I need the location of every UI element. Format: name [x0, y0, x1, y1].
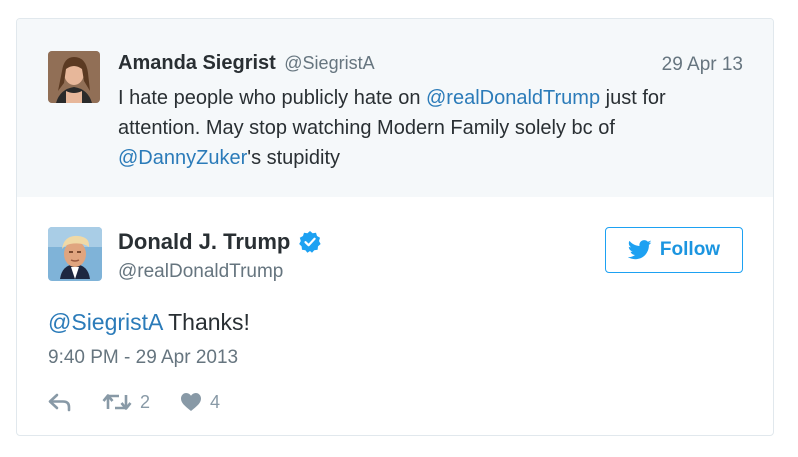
retweet-count: 2	[140, 391, 151, 412]
parent-author-name[interactable]: Amanda Siegrist	[118, 52, 276, 74]
parent-author-handle[interactable]: @SiegristA	[284, 53, 374, 73]
parent-tweet-text: I hate people who publicly hate on @real…	[118, 83, 728, 173]
parent-text-segment: I hate people who publicly hate on	[118, 87, 426, 109]
main-author-avatar[interactable]	[48, 227, 102, 281]
reply-button[interactable]	[48, 392, 72, 412]
retweet-icon	[102, 392, 132, 412]
parent-author-avatar[interactable]	[48, 51, 100, 103]
main-text-segment: Thanks!	[162, 309, 250, 335]
replied-to-tweet[interactable]: Amanda Siegrist @SiegristA 29 Apr 13 I h…	[17, 19, 773, 197]
like-count: 4	[210, 391, 221, 412]
like-button[interactable]: 4	[180, 392, 220, 413]
parent-text-segment: 's stupidity	[247, 147, 340, 169]
mention-link-realdonaldtrump[interactable]: @realDonaldTrump	[426, 87, 600, 109]
parent-tweet-date[interactable]: 29 Apr 13	[662, 54, 743, 76]
main-author-name-row: Donald J. Trump	[118, 229, 322, 255]
follow-button[interactable]: Follow	[605, 227, 743, 273]
main-author-name[interactable]: Donald J. Trump	[118, 229, 290, 255]
retweet-button[interactable]: 2	[102, 392, 150, 413]
mention-link-siegrista[interactable]: @SiegristA	[48, 309, 162, 335]
heart-icon	[180, 392, 202, 412]
tweet-timestamp[interactable]: 9:40 PM - 29 Apr 2013	[48, 347, 238, 369]
mention-link-dannyzuker[interactable]: @DannyZuker	[118, 147, 247, 169]
verified-badge-icon	[298, 230, 322, 254]
reply-icon	[48, 392, 72, 412]
twitter-bird-icon	[627, 240, 652, 260]
parent-author-header: Amanda Siegrist @SiegristA	[118, 52, 375, 75]
tweet-actions-bar: 2 4	[48, 389, 220, 415]
embedded-tweet-card: Amanda Siegrist @SiegristA 29 Apr 13 I h…	[16, 18, 774, 436]
main-author-handle[interactable]: @realDonaldTrump	[118, 261, 283, 283]
follow-button-label: Follow	[659, 239, 721, 260]
main-tweet-text: @SiegristA Thanks!	[48, 309, 250, 336]
